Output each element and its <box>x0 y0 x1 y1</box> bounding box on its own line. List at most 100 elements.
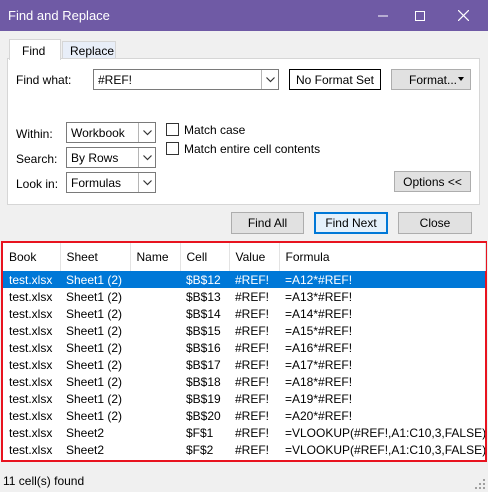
cell-name <box>130 305 180 322</box>
table-row[interactable]: test.xlsx Sheet1 (2) $B$20 #REF! =A20*#R… <box>3 407 485 424</box>
cell-name <box>130 288 180 305</box>
resize-grip-icon[interactable] <box>474 478 486 490</box>
cell-address: $B$13 <box>186 289 221 304</box>
cell-sheet: Sheet1 (2) <box>66 374 123 389</box>
cell-name <box>130 373 180 390</box>
cell-value: #REF! <box>235 323 270 338</box>
minimize-button[interactable] <box>362 0 404 31</box>
close-window-button[interactable] <box>442 0 484 31</box>
match-entire-checkbox[interactable] <box>166 142 179 155</box>
match-entire-label: Match entire cell contents <box>184 142 321 156</box>
format-button[interactable]: Format... <box>391 69 471 90</box>
table-row[interactable]: test.xlsx Sheet1 (2) $B$12 #REF! =A12*#R… <box>3 271 485 288</box>
column-header-book[interactable]: Book <box>3 243 61 271</box>
cell-name <box>130 339 180 356</box>
within-label: Within: <box>16 127 53 141</box>
find-all-button[interactable]: Find All <box>231 212 304 234</box>
cell-book: test.xlsx <box>9 425 53 440</box>
cell-book: test.xlsx <box>9 289 53 304</box>
cell-sheet: Sheet1 (2) <box>66 306 123 321</box>
cell-formula: =A14*#REF! <box>285 306 353 321</box>
column-header-cell[interactable]: Cell <box>180 243 230 271</box>
cell-name <box>130 271 180 288</box>
cell-address: $B$19 <box>186 391 221 406</box>
cell-name <box>130 390 180 407</box>
cell-value: #REF! <box>235 425 270 440</box>
cell-name <box>130 424 180 441</box>
results-header: Book Sheet Name Cell Value Formula <box>3 243 486 271</box>
cell-address: $B$17 <box>186 357 221 372</box>
table-row[interactable]: test.xlsx Sheet2 $F$2 #REF! =VLOOKUP(#RE… <box>3 441 485 458</box>
tab-replace[interactable]: Replace <box>62 41 116 59</box>
cell-address: $B$20 <box>186 408 221 423</box>
cell-formula: =A18*#REF! <box>285 374 353 389</box>
maximize-icon <box>415 10 425 21</box>
search-label: Search: <box>16 152 58 166</box>
cell-formula: =A12*#REF! <box>279 271 485 288</box>
results-table: Book Sheet Name Cell Value Formula test.… <box>3 243 486 458</box>
cell-address: $B$16 <box>186 340 221 355</box>
cell-sheet: Sheet1 (2) <box>66 289 123 304</box>
maximize-button[interactable] <box>399 0 441 31</box>
cell-value: #REF! <box>235 289 270 304</box>
tab-find[interactable]: Find <box>9 39 61 60</box>
options-button[interactable]: Options << <box>394 171 471 192</box>
cell-address: $B$18 <box>186 374 221 389</box>
column-header-sheet[interactable]: Sheet <box>60 243 131 271</box>
look-in-select[interactable]: Formulas <box>66 172 156 193</box>
column-header-formula[interactable]: Formula <box>279 243 486 271</box>
cell-book: test.xlsx <box>9 340 53 355</box>
table-row[interactable]: test.xlsx Sheet1 (2) $B$15 #REF! =A15*#R… <box>3 322 485 339</box>
results-list[interactable]: Book Sheet Name Cell Value Formula test.… <box>1 241 487 462</box>
cell-formula: =VLOOKUP(#REF!,A1:C10,3,FALSE) <box>285 442 485 457</box>
cell-address: $F$1 <box>186 425 214 440</box>
cell-value: #REF! <box>235 306 270 321</box>
cell-sheet: Sheet1 (2) <box>66 408 123 423</box>
dropdown-arrow-icon[interactable] <box>261 70 278 89</box>
cell-sheet: Sheet2 <box>66 425 105 440</box>
cell-book: test.xlsx <box>9 442 53 457</box>
cell-formula: =A15*#REF! <box>285 323 353 338</box>
cell-value: #REF! <box>229 271 279 288</box>
cell-formula: =A19*#REF! <box>285 391 353 406</box>
find-what-input[interactable]: #REF! <box>93 69 279 90</box>
dropdown-arrow-icon <box>138 173 155 192</box>
column-header-value[interactable]: Value <box>229 243 280 271</box>
table-row[interactable]: test.xlsx Sheet1 (2) $B$16 #REF! =A16*#R… <box>3 339 485 356</box>
match-case-checkbox[interactable] <box>166 123 179 136</box>
cell-formula: =A16*#REF! <box>285 340 353 355</box>
table-row[interactable]: test.xlsx Sheet2 $F$1 #REF! =VLOOKUP(#RE… <box>3 424 485 441</box>
close-button[interactable]: Close <box>398 212 472 234</box>
cell-value: #REF! <box>235 391 270 406</box>
window-title: Find and Replace <box>8 8 110 23</box>
minimize-icon <box>378 15 388 16</box>
within-select[interactable]: Workbook <box>66 122 156 143</box>
cell-name <box>130 407 180 424</box>
cell-formula: =A20*#REF! <box>285 408 353 423</box>
cell-book: test.xlsx <box>3 271 60 288</box>
cell-sheet: Sheet2 <box>66 442 105 457</box>
search-select[interactable]: By Rows <box>66 147 156 168</box>
cell-value: #REF! <box>235 442 270 457</box>
find-what-label: Find what: <box>16 73 72 87</box>
cell-sheet: Sheet1 (2) <box>66 357 123 372</box>
find-next-button[interactable]: Find Next <box>314 212 388 234</box>
cell-name <box>130 441 180 458</box>
cell-formula: =A13*#REF! <box>285 289 353 304</box>
table-row[interactable]: test.xlsx Sheet1 (2) $B$14 #REF! =A14*#R… <box>3 305 485 322</box>
status-text: 11 cell(s) found <box>3 474 85 488</box>
cell-sheet: Sheet1 (2) <box>66 391 123 406</box>
cell-value: #REF! <box>235 408 270 423</box>
table-row[interactable]: test.xlsx Sheet1 (2) $B$13 #REF! =A13*#R… <box>3 288 485 305</box>
format-status-label: No Format Set <box>289 69 381 90</box>
cell-value: #REF! <box>235 374 270 389</box>
title-bar: Find and Replace <box>0 0 488 31</box>
cell-address: $B$14 <box>186 306 221 321</box>
table-row[interactable]: test.xlsx Sheet1 (2) $B$19 #REF! =A19*#R… <box>3 390 485 407</box>
cell-address: $B$15 <box>186 323 221 338</box>
table-row[interactable]: test.xlsx Sheet1 (2) $B$17 #REF! =A17*#R… <box>3 356 485 373</box>
cell-book: test.xlsx <box>9 391 53 406</box>
table-row[interactable]: test.xlsx Sheet1 (2) $B$18 #REF! =A18*#R… <box>3 373 485 390</box>
cell-name <box>130 356 180 373</box>
column-header-name[interactable]: Name <box>130 243 181 271</box>
